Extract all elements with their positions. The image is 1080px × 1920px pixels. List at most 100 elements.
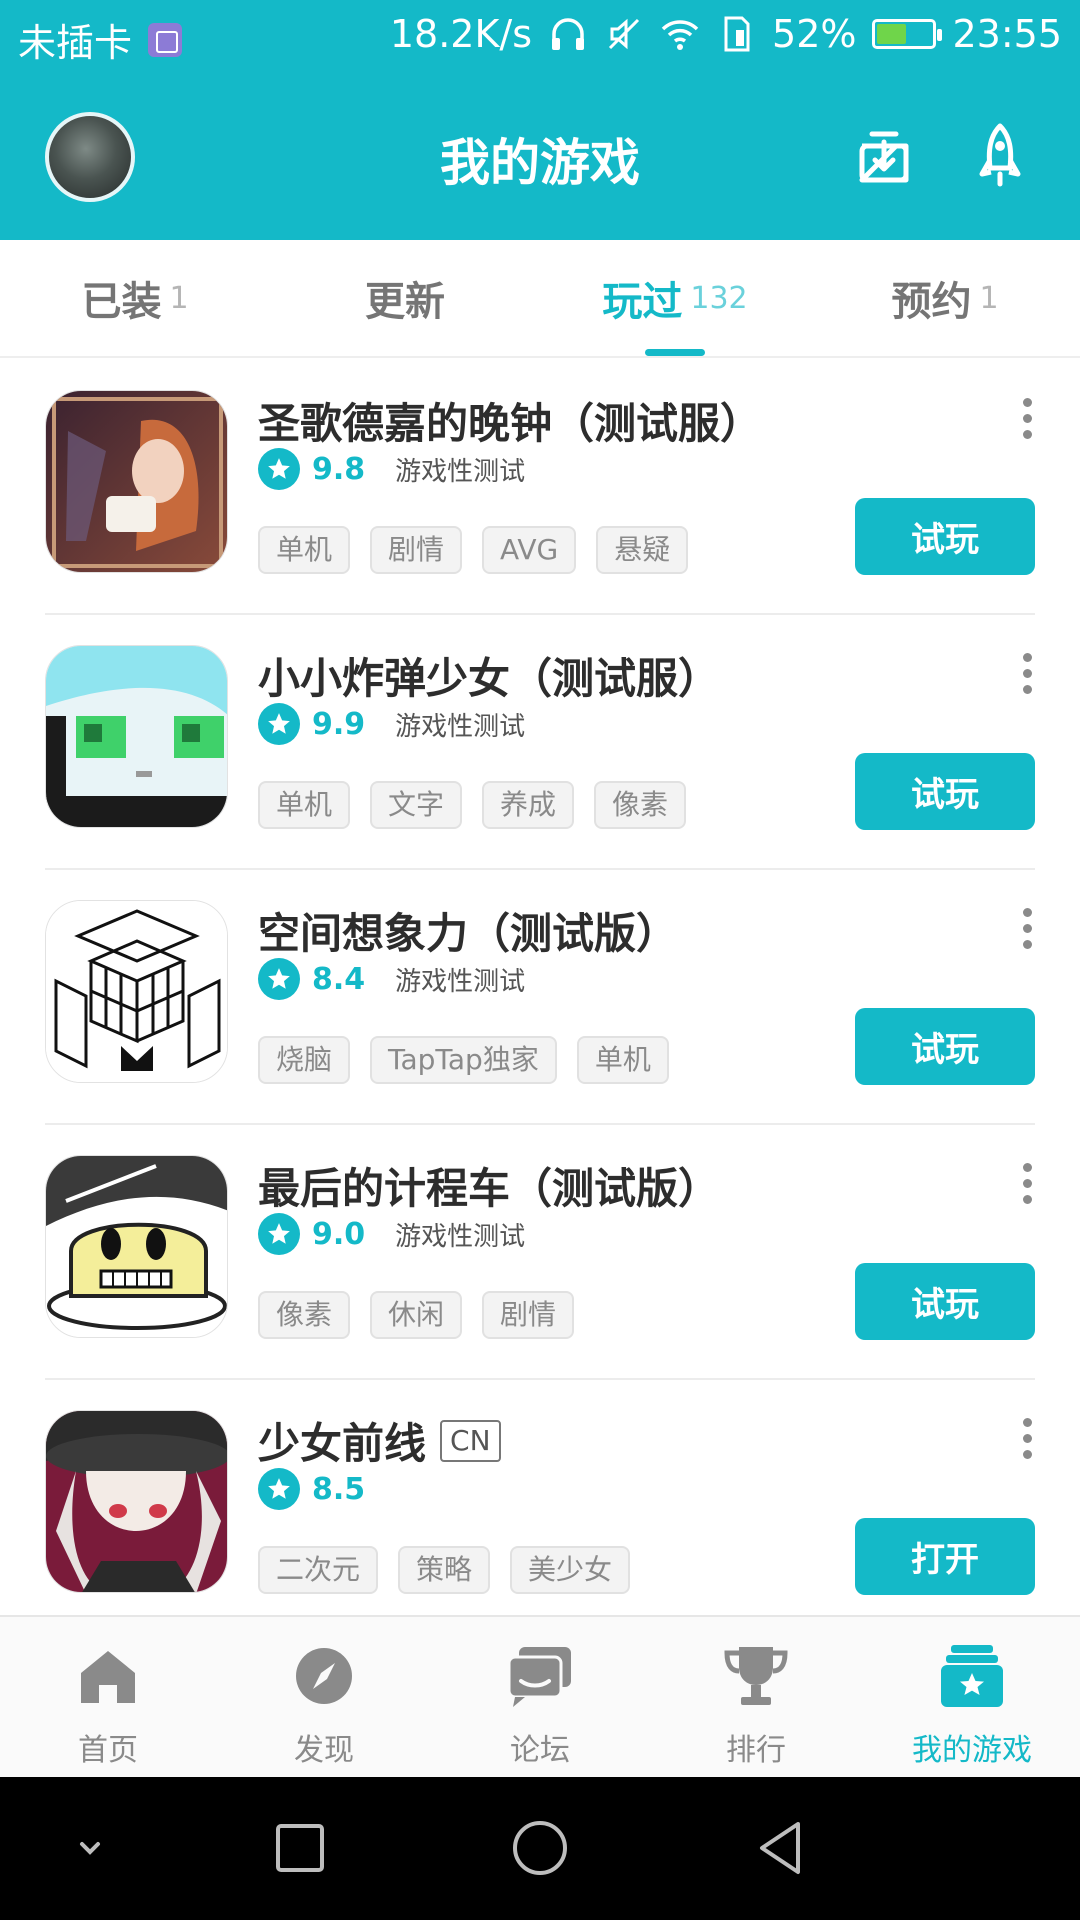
game-title-row[interactable]: 空间想象力（测试版） (258, 900, 678, 961)
game-title-row[interactable]: 最后的计程车（测试版） (258, 1155, 720, 1216)
more-options-icon[interactable] (1020, 653, 1034, 697)
more-options-icon[interactable] (1020, 908, 1034, 952)
tab-item[interactable]: 预约 1 (810, 240, 1080, 356)
game-title-row[interactable]: 少女前线 CN (258, 1410, 501, 1471)
nav-item[interactable]: 论坛 (432, 1617, 648, 1777)
tab-count: 1 (169, 280, 189, 316)
star-icon (258, 703, 300, 745)
mute-icon (608, 18, 640, 50)
more-options-icon[interactable] (1020, 398, 1034, 442)
tab-active-indicator (645, 349, 705, 356)
system-nav-bar (0, 1777, 1080, 1920)
game-title: 最后的计程车（测试版） (258, 1164, 721, 1213)
game-tags: 二次元 策略 美少女 (258, 1546, 631, 1594)
tab-label: 玩过 (602, 279, 683, 325)
game-icon[interactable] (45, 1410, 228, 1593)
nav-label: 首页 (78, 1733, 138, 1768)
game-tag[interactable]: 像素 (258, 1291, 351, 1339)
game-rating: 9.0 游戏性测试 (258, 1213, 525, 1255)
more-options-icon[interactable] (1020, 1418, 1034, 1462)
game-tag[interactable]: 像素 (594, 781, 687, 829)
game-rating: 8.4 游戏性测试 (258, 958, 525, 1000)
tab-count: 1 (979, 280, 999, 316)
game-list-item[interactable]: 小小炸弹少女（测试服） 9.9 游戏性测试 单机 文字 养成 像素 试玩 (0, 615, 1080, 870)
game-title-row[interactable]: 小小炸弹少女（测试服） (258, 645, 720, 706)
gallery-notification-icon (148, 22, 183, 57)
open-button[interactable]: 打开 (855, 1518, 1035, 1595)
try-play-button[interactable]: 试玩 (855, 753, 1035, 830)
game-tag[interactable]: 剧情 (370, 526, 463, 574)
game-tag[interactable]: 养成 (482, 781, 575, 829)
battery-icon (872, 19, 943, 49)
game-icon[interactable] (45, 390, 228, 573)
game-title: 小小炸弹少女（测试服） (258, 654, 721, 703)
back-triangle-icon[interactable] (744, 1812, 816, 1884)
network-speed: 18.2K/s (389, 12, 533, 56)
game-tag[interactable]: 单机 (258, 526, 351, 574)
game-tag[interactable]: AVG (482, 526, 577, 574)
star-icon (258, 1213, 300, 1255)
game-status: 游戏性测试 (395, 966, 526, 997)
game-tag[interactable]: 剧情 (482, 1291, 575, 1339)
game-title: 圣歌德嘉的晚钟（测试服） (258, 399, 763, 448)
tab-label: 预约 (891, 279, 972, 325)
game-tag[interactable]: 休闲 (370, 1291, 463, 1339)
game-list-item[interactable]: 最后的计程车（测试版） 9.0 游戏性测试像素 休闲 剧情 试玩 (0, 1125, 1080, 1380)
nav-item[interactable]: 排行 (648, 1617, 864, 1777)
game-tag[interactable]: 美少女 (510, 1546, 631, 1594)
download-manager-icon[interactable] (848, 120, 920, 192)
tab-label: 已装 (81, 279, 162, 325)
battery-level-fill (877, 24, 906, 44)
clock: 23:55 (952, 12, 1062, 56)
nav-item[interactable]: 首页 (0, 1617, 216, 1777)
game-tag[interactable]: 单机 (258, 781, 351, 829)
game-tag[interactable]: 文字 (370, 781, 463, 829)
game-tag[interactable]: 二次元 (258, 1546, 379, 1594)
game-tag[interactable]: 单机 (576, 1036, 669, 1084)
game-list-item[interactable]: 空间想象力（测试版） 8.4 游戏性测试烧脑 TapTap独家 单机 试玩 (0, 870, 1080, 1125)
game-icon[interactable] (45, 1155, 228, 1338)
game-status: 游戏性测试 (395, 1221, 526, 1252)
my-games-icon (937, 1641, 1007, 1715)
rating-value: 8.4 (312, 961, 366, 997)
game-title: 少女前线 (258, 1419, 427, 1468)
home-circle-icon[interactable] (504, 1812, 576, 1884)
home-icon (73, 1641, 143, 1715)
game-status: 游戏性测试 (395, 456, 526, 487)
game-rating: 9.8 游戏性测试 (258, 448, 525, 490)
forum-icon (505, 1641, 575, 1715)
rocket-icon[interactable] (964, 120, 1036, 192)
more-options-icon[interactable] (1020, 1163, 1034, 1207)
recent-apps-icon[interactable] (264, 1812, 336, 1884)
game-tag[interactable]: 烧脑 (258, 1036, 351, 1084)
battery-percent: 52% (772, 12, 857, 56)
wifi-icon (661, 20, 699, 50)
try-play-button[interactable]: 试玩 (855, 1263, 1035, 1340)
game-list: 圣歌德嘉的晚钟（测试服） 9.8 游戏性测试 单机 剧情 AVG 悬疑 试玩 小小炸弹少女（测试… (0, 360, 1080, 1615)
game-tag[interactable]: TapTap独家 (370, 1036, 557, 1084)
star-icon (258, 958, 300, 1000)
game-icon[interactable] (45, 900, 228, 1083)
game-list-item[interactable]: 圣歌德嘉的晚钟（测试服） 9.8 游戏性测试单机 剧情 AVG 悬疑 试玩 (0, 360, 1080, 615)
game-tag[interactable]: 策略 (398, 1546, 491, 1594)
nav-label: 论坛 (510, 1733, 570, 1768)
nav-label: 我的游戏 (912, 1733, 1032, 1768)
game-list-item[interactable]: 少女前线 CN 8.5 二次元 策略 美少女 打开 (0, 1380, 1080, 1615)
bottom-nav: 首页 发现 论坛 排行 我的游戏 (0, 1615, 1080, 1777)
tab-item[interactable]: 玩过 132 (540, 240, 810, 356)
tab-item[interactable]: 已装 1 (0, 240, 270, 356)
star-icon (258, 1468, 300, 1510)
game-title-row[interactable]: 圣歌德嘉的晚钟（测试服） (258, 390, 762, 451)
nav-item[interactable]: 发现 (216, 1617, 432, 1777)
game-tags: 像素 休闲 剧情 (258, 1291, 575, 1339)
chevron-down-icon[interactable] (54, 1812, 126, 1884)
game-icon[interactable] (45, 645, 228, 828)
game-status: 游戏性测试 (395, 711, 526, 742)
game-tag[interactable]: 悬疑 (596, 526, 689, 574)
try-play-button[interactable]: 试玩 (855, 1008, 1035, 1085)
nav-label: 排行 (726, 1733, 786, 1768)
tab-item[interactable]: 更新 (270, 240, 540, 356)
app-header: 我的游戏 (0, 75, 1080, 240)
try-play-button[interactable]: 试玩 (855, 498, 1035, 575)
nav-item[interactable]: 我的游戏 (864, 1617, 1080, 1777)
